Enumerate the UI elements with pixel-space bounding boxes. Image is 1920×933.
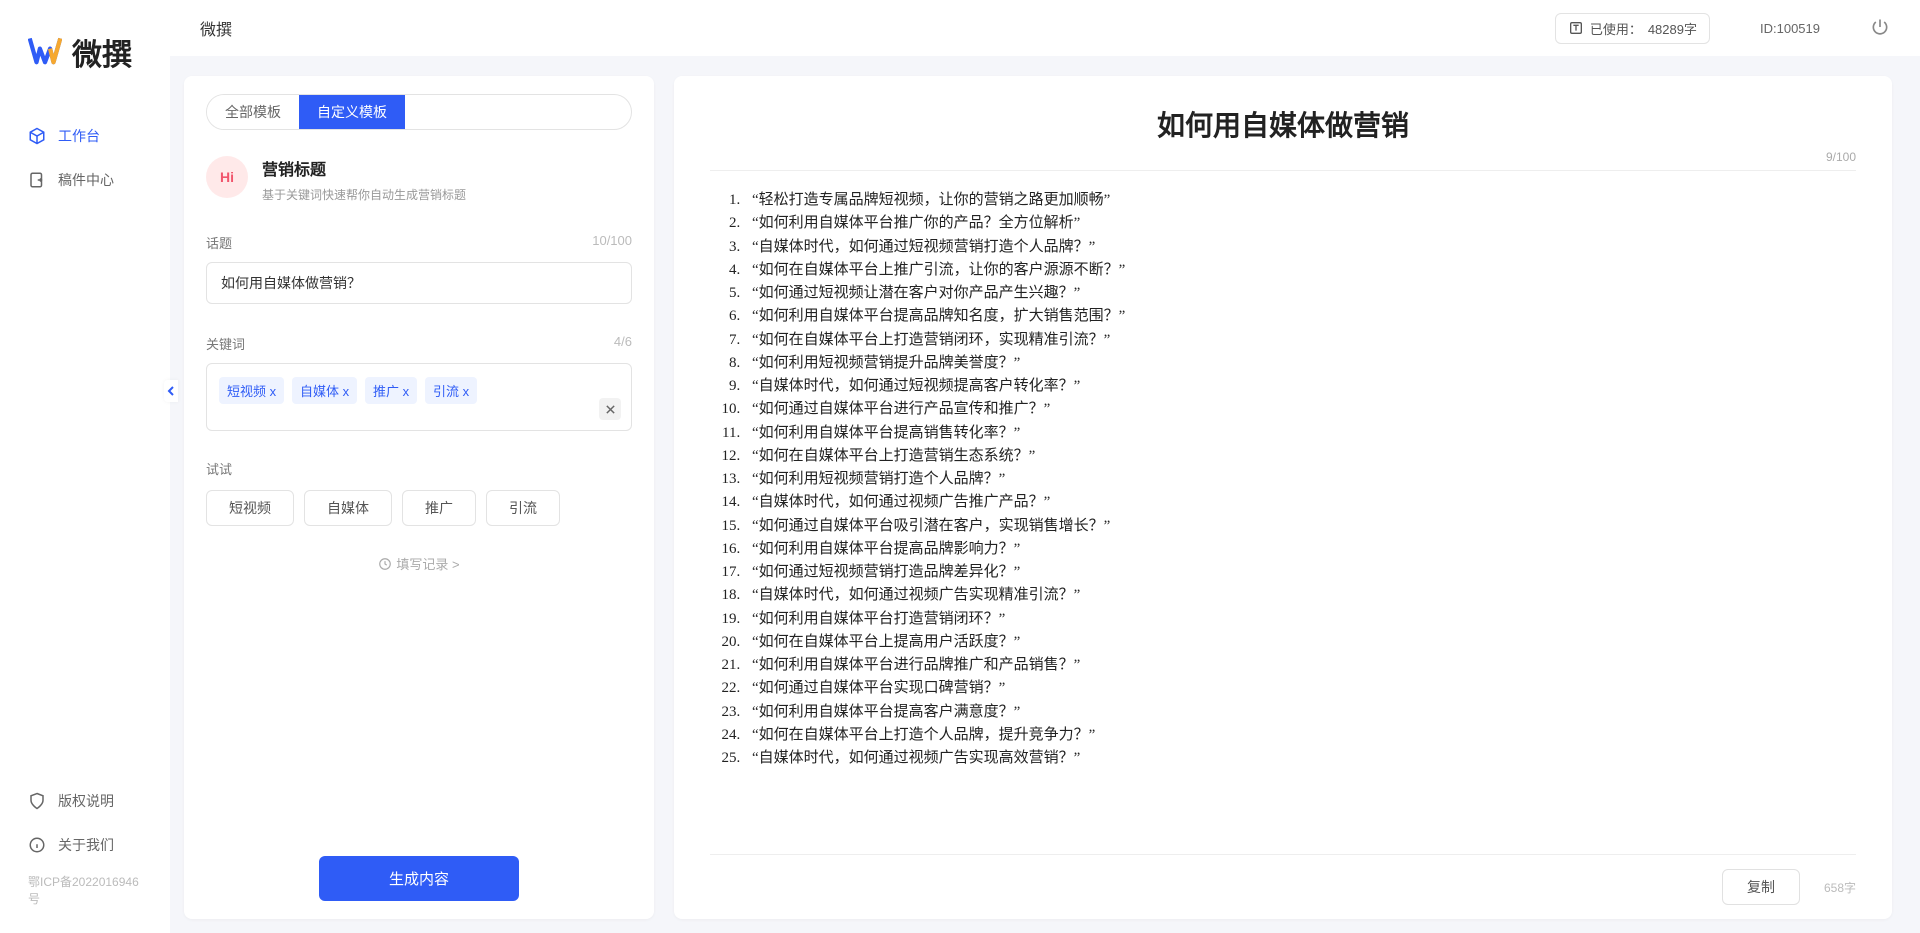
template-desc: 基于关键词快速帮你自动生成营销标题 — [262, 186, 466, 203]
result-meta: 9/100 — [1826, 150, 1856, 164]
usage-value: 48289字 — [1648, 19, 1697, 38]
brand-text: 微撰 — [72, 30, 132, 74]
sidebar-item-label: 关于我们 — [58, 835, 114, 855]
result-list-item: “如何通过短视频营销打造品牌差异化？” — [744, 561, 1856, 584]
keywords-count: 4/6 — [614, 334, 632, 353]
template-tabs: 全部模板 自定义模板 — [206, 94, 632, 130]
result-list-item: “如何通过自媒体平台吸引潜在客户，实现销售增长？” — [744, 515, 1856, 538]
user-id: ID:100519 — [1760, 21, 1820, 36]
result-list-item: “如何利用自媒体平台进行品牌推广和产品销售？” — [744, 654, 1856, 677]
try-option[interactable]: 推广 — [402, 490, 476, 526]
sidebar: 微撰 工作台 稿件中心 版权说明 关于我们 鄂ICP备2022016946号 — [0, 0, 170, 933]
result-list-item: “自媒体时代，如何通过视频广告实现精准引流？” — [744, 584, 1856, 607]
result-list-item: “如何利用短视频营销提升品牌美誉度？” — [744, 352, 1856, 375]
try-option[interactable]: 引流 — [486, 490, 560, 526]
keyword-chip[interactable]: 推广 x — [365, 377, 417, 404]
template-title: 营销标题 — [262, 156, 466, 180]
result-list-item: “如何通过自媒体平台进行产品宣传和推广？” — [744, 398, 1856, 421]
result-list-item: “如何利用自媒体平台推广你的产品？全方位解析” — [744, 212, 1856, 235]
tab-all-templates[interactable]: 全部模板 — [207, 95, 299, 129]
sidebar-item-label: 稿件中心 — [58, 170, 114, 190]
sidebar-item-about[interactable]: 关于我们 — [0, 823, 170, 867]
header-title: 微撰 — [200, 16, 1535, 40]
keyword-chip[interactable]: 短视频 x — [219, 377, 284, 404]
topic-count: 10/100 — [592, 233, 632, 252]
keywords-box[interactable]: 短视频 x 自媒体 x 推广 x 引流 x — [206, 363, 632, 431]
result-list-item: “如何通过自媒体平台实现口碑营销？” — [744, 677, 1856, 700]
result-title: 如何用自媒体做营销 — [710, 96, 1856, 150]
logo: 微撰 — [0, 30, 170, 114]
cube-icon — [28, 127, 46, 145]
fill-record-link[interactable]: 填写记录 > — [206, 554, 632, 573]
template-icon: Hi — [206, 156, 248, 198]
power-icon — [1870, 17, 1890, 37]
result-list-item: “自媒体时代，如何通过短视频提高客户转化率？” — [744, 375, 1856, 398]
result-list-item: “如何在自媒体平台上提高用户活跃度？” — [744, 631, 1856, 654]
result-list-item: “如何利用自媒体平台打造营销闭环？” — [744, 608, 1856, 631]
sidebar-item-label: 版权说明 — [58, 791, 114, 811]
result-body: “轻松打造专属品牌短视频，让你的营销之路更加顺畅”“如何利用自媒体平台推广你的产… — [710, 171, 1856, 854]
power-button[interactable] — [1870, 17, 1890, 40]
result-list-item: “自媒体时代，如何通过视频广告推广产品？” — [744, 491, 1856, 514]
close-icon — [605, 404, 616, 415]
copy-button[interactable]: 复制 — [1722, 869, 1800, 905]
header: 微撰 已使用： 48289字 ID:100519 — [170, 0, 1920, 56]
clock-icon — [378, 557, 392, 571]
sidebar-item-drafts[interactable]: 稿件中心 — [0, 158, 170, 202]
keyword-chip[interactable]: 自媒体 x — [292, 377, 357, 404]
result-list-item: “如何利用自媒体平台提高销售转化率？” — [744, 422, 1856, 445]
logo-icon — [28, 36, 62, 68]
keywords-clear-button[interactable] — [599, 398, 621, 420]
result-list-item: “如何利用自媒体平台提高品牌影响力？” — [744, 538, 1856, 561]
result-list-item: “如何在自媒体平台上打造个人品牌，提升竞争力？” — [744, 724, 1856, 747]
sidebar-item-label: 工作台 — [58, 126, 100, 146]
try-option[interactable]: 自媒体 — [304, 490, 392, 526]
try-row: 短视频 自媒体 推广 引流 — [206, 490, 632, 526]
text-icon — [1568, 20, 1584, 36]
info-icon — [28, 836, 46, 854]
topic-input[interactable] — [206, 262, 632, 304]
result-panel: 如何用自媒体做营销 9/100 “轻松打造专属品牌短视频，让你的营销之路更加顺畅… — [674, 76, 1892, 919]
topic-label: 话题 — [206, 233, 232, 252]
result-list-item: “自媒体时代，如何通过短视频营销打造个人品牌？” — [744, 236, 1856, 259]
tab-custom-template[interactable]: 自定义模板 — [299, 95, 405, 129]
generate-button[interactable]: 生成内容 — [319, 856, 519, 901]
doc-arrow-icon — [28, 171, 46, 189]
usage-label: 已使用： — [1590, 19, 1642, 38]
result-list-item: “如何在自媒体平台上打造营销生态系统？” — [744, 445, 1856, 468]
collapse-sidebar-button[interactable] — [164, 380, 178, 402]
try-option[interactable]: 短视频 — [206, 490, 294, 526]
main-nav: 工作台 稿件中心 — [0, 114, 170, 779]
result-list-item: “如何利用自媒体平台提高客户满意度？” — [744, 701, 1856, 724]
icp-footer: 鄂ICP备2022016946号 — [0, 867, 170, 913]
result-list-item: “如何利用自媒体平台提高品牌知名度，扩大销售范围？” — [744, 305, 1856, 328]
result-list-item: “如何在自媒体平台上打造营销闭环，实现精准引流？” — [744, 329, 1856, 352]
usage-badge[interactable]: 已使用： 48289字 — [1555, 13, 1710, 44]
shield-icon — [28, 792, 46, 810]
result-list-item: “轻松打造专属品牌短视频，让你的营销之路更加顺畅” — [744, 189, 1856, 212]
keywords-label: 关键词 — [206, 334, 245, 353]
bottom-nav: 版权说明 关于我们 鄂ICP备2022016946号 — [0, 779, 170, 933]
chevron-left-icon — [166, 386, 176, 396]
sidebar-item-copyright[interactable]: 版权说明 — [0, 779, 170, 823]
sidebar-item-workbench[interactable]: 工作台 — [0, 114, 170, 158]
result-list-item: “如何通过短视频让潜在客户对你产品产生兴趣？” — [744, 282, 1856, 305]
char-count: 658字 — [1824, 879, 1856, 896]
keyword-chip[interactable]: 引流 x — [425, 377, 477, 404]
try-label: 试试 — [206, 459, 632, 478]
result-list-item: “如何在自媒体平台上推广引流，让你的客户源源不断？” — [744, 259, 1856, 282]
result-list: “轻松打造专属品牌短视频，让你的营销之路更加顺畅”“如何利用自媒体平台推广你的产… — [710, 189, 1856, 770]
result-list-item: “如何利用短视频营销打造个人品牌？” — [744, 468, 1856, 491]
result-list-item: “自媒体时代，如何通过视频广告实现高效营销？” — [744, 747, 1856, 770]
config-panel: 全部模板 自定义模板 Hi 营销标题 基于关键词快速帮你自动生成营销标题 话题 … — [184, 76, 654, 919]
